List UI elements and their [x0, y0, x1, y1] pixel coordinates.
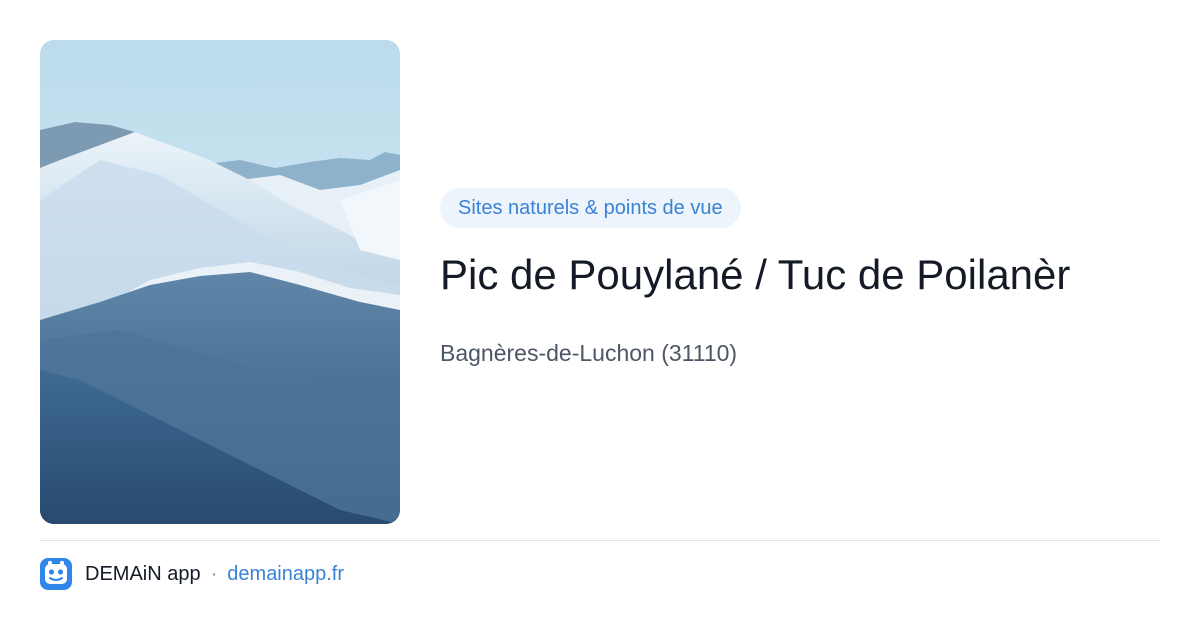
place-info: Sites naturels & points de vue Pic de Po… — [440, 188, 1160, 368]
site-link[interactable]: demainapp.fr — [227, 563, 344, 586]
footer-divider — [40, 540, 1160, 541]
footer-separator: · — [210, 562, 218, 585]
mountain-photo-image — [40, 40, 400, 524]
place-location: Bagnères-de-Luchon (31110) — [440, 340, 738, 366]
place-photo — [40, 40, 400, 524]
place-title: Pic de Pouylané / Tuc de Poilanèr — [440, 251, 1071, 298]
share-card: Sites naturels & points de vue Pic de Po… — [0, 0, 1200, 630]
demain-app-logo-icon — [40, 558, 72, 590]
app-name: DEMAiN app — [85, 562, 201, 585]
footer: DEMAiN app · demainapp.fr — [40, 558, 344, 590]
category-badge: Sites naturels & points de vue — [440, 188, 741, 228]
